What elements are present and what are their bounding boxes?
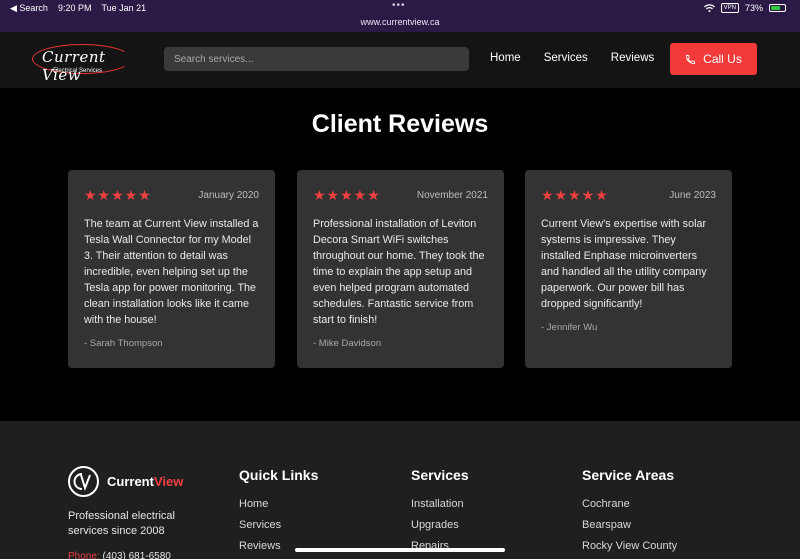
review-date: January 2020	[198, 189, 259, 201]
phone-link[interactable]: (403) 681-6580	[102, 551, 170, 559]
site-logo[interactable]: Current View Electrical Services	[32, 42, 134, 84]
review-author: - Sarah Thompson	[84, 338, 163, 349]
logo-subtitle: Electrical Services	[53, 68, 103, 74]
more-dots-icon[interactable]: •••	[392, 0, 406, 11]
search-input[interactable]	[164, 47, 469, 71]
call-us-button[interactable]: Call Us	[670, 43, 757, 75]
review-author: - Mike Davidson	[313, 338, 382, 349]
services-column: Services Installation Upgrades Repairs	[411, 467, 469, 559]
cv-logo-icon	[68, 466, 99, 497]
quick-links-heading: Quick Links	[239, 467, 319, 483]
quick-links-column: Quick Links Home Services Reviews	[239, 467, 318, 559]
footer-phone: Phone: (403) 681-6580	[68, 551, 171, 559]
wifi-icon	[703, 4, 715, 12]
review-card: ★★★★★ November 2021 Professional install…	[297, 170, 504, 368]
nav-link-reviews[interactable]: Reviews	[611, 52, 654, 64]
review-card: ★★★★★ June 2023 Current View's expertise…	[525, 170, 732, 368]
status-date: Tue Jan 21	[101, 3, 147, 13]
site-header: Current View Electrical Services Home Se…	[0, 32, 800, 88]
phone-icon	[686, 54, 696, 64]
star-rating-icon: ★★★★★	[84, 186, 152, 203]
star-rating-icon: ★★★★★	[313, 186, 381, 203]
footer-link-upgrades[interactable]: Upgrades	[411, 519, 469, 531]
footer-link-home[interactable]: Home	[239, 498, 318, 510]
review-text: The team at Current View installed a Tes…	[84, 218, 259, 326]
review-date: June 2023	[669, 189, 716, 201]
reviews-heading: Client Reviews	[311, 110, 489, 138]
footer-area-rocky-view[interactable]: Rocky View County	[582, 540, 677, 552]
battery-icon	[769, 4, 786, 12]
footer-tagline: Professional electrical services since 2…	[68, 510, 175, 537]
service-areas-column: Service Areas Cochrane Bearspaw Rocky Vi…	[582, 467, 677, 559]
footer-area-bearspaw[interactable]: Bearspaw	[582, 519, 677, 531]
url-bar[interactable]: www.currentview.ca	[0, 17, 800, 27]
call-us-label: Call Us	[703, 52, 742, 66]
review-author: - Jennifer Wu	[541, 322, 598, 333]
vpn-badge: VPN	[720, 3, 739, 13]
star-rating-icon: ★★★★★	[541, 186, 609, 203]
main-nav: Home Services Reviews	[490, 52, 677, 64]
review-date: November 2021	[416, 189, 488, 201]
logo-text: Current View	[42, 48, 106, 84]
nav-link-services[interactable]: Services	[544, 52, 588, 64]
site-footer: CurrentView Professional electrical serv…	[0, 421, 800, 559]
footer-link-installation[interactable]: Installation	[411, 498, 469, 510]
home-indicator[interactable]	[295, 548, 505, 552]
footer-logo[interactable]: CurrentView	[68, 466, 183, 497]
back-to-search-link[interactable]: ◀ Search	[10, 3, 48, 14]
status-time: 9:20 PM	[57, 3, 92, 13]
review-card: ★★★★★ January 2020 The team at Current V…	[68, 170, 275, 368]
footer-area-cochrane[interactable]: Cochrane	[582, 498, 677, 510]
nav-link-home[interactable]: Home	[490, 52, 521, 64]
service-areas-heading: Service Areas	[582, 467, 675, 483]
services-heading: Services	[411, 467, 469, 483]
footer-link-services[interactable]: Services	[239, 519, 318, 531]
review-text: Current View's expertise with solar syst…	[541, 218, 707, 310]
battery-percent: 73%	[744, 3, 763, 13]
footer-brand: CurrentView	[107, 474, 184, 489]
review-text: Professional installation of Leviton Dec…	[313, 218, 485, 326]
status-bar: ◀ Search 9:20 PM Tue Jan 21 ••• VPN 73% …	[0, 0, 800, 32]
